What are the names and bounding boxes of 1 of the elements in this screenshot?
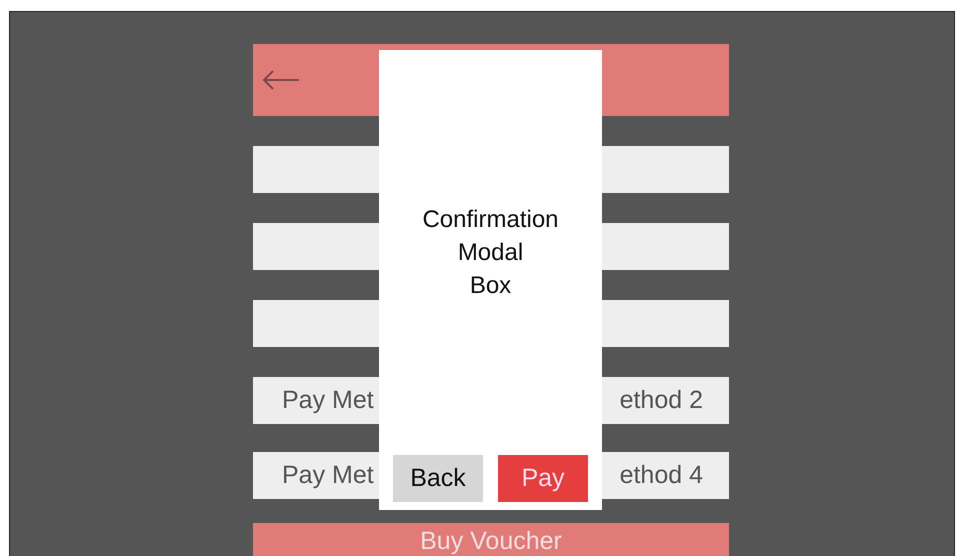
modal-message: Confirmation Modal Box bbox=[421, 205, 560, 301]
